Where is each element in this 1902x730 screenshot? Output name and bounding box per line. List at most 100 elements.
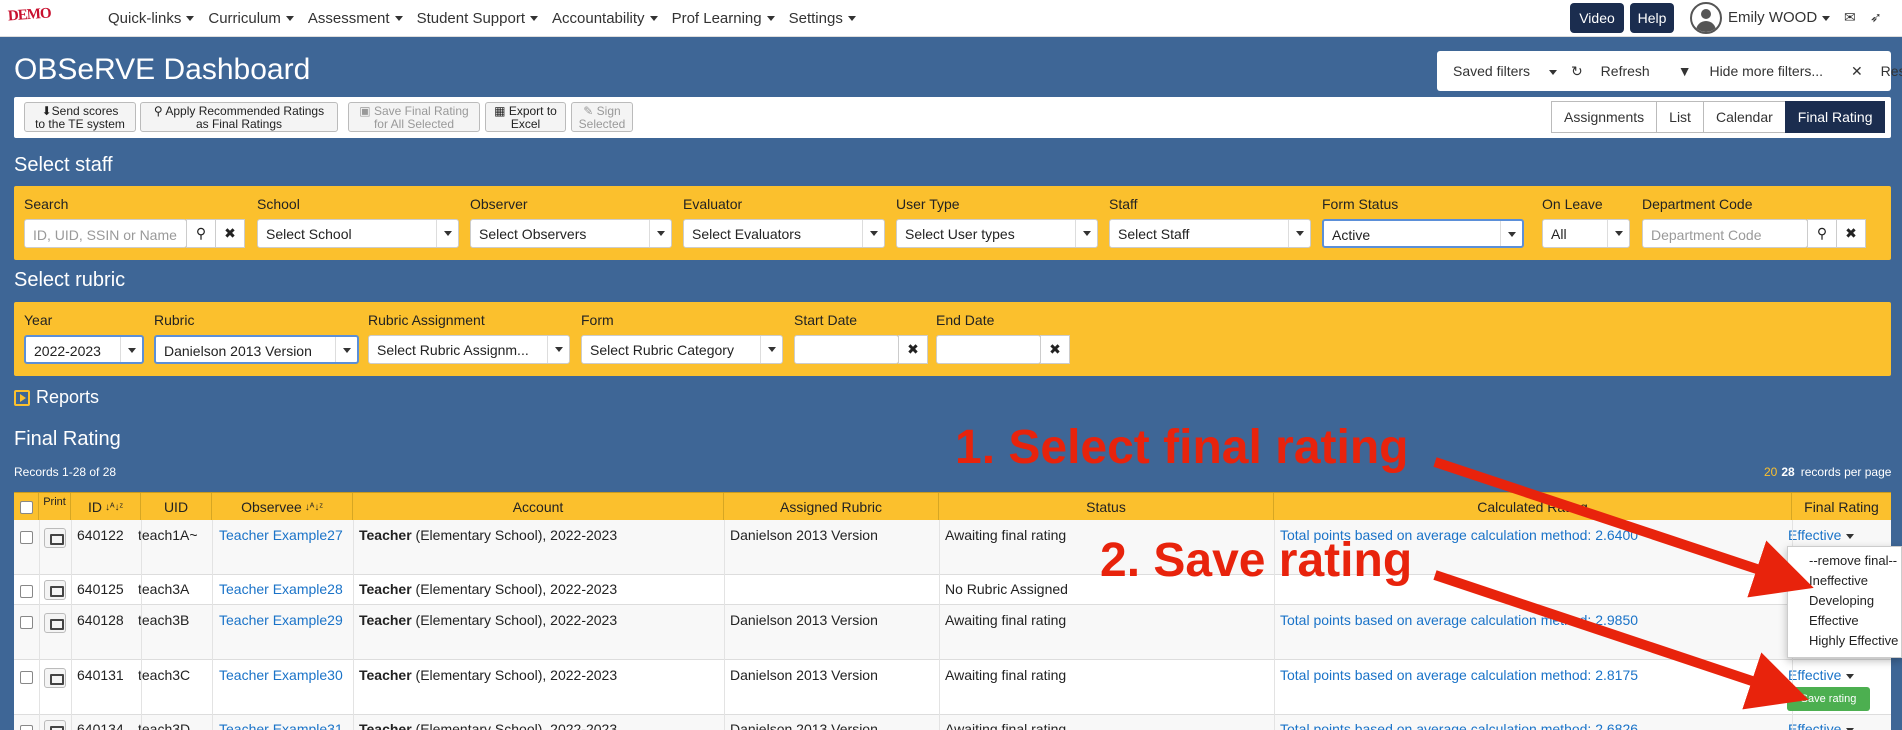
on-leave-select[interactable]: All — [1542, 219, 1630, 248]
reset-filters-button[interactable]: ✕ Reset filters — [1851, 63, 1902, 80]
calculated-rating-link[interactable]: Total points based on average calculatio… — [1280, 612, 1638, 628]
save-rating-button[interactable]: Save rating — [1787, 687, 1870, 711]
search-input[interactable]: ID, UID, SSIN or Name — [24, 219, 187, 248]
observee-link[interactable]: Teacher Example29 — [219, 612, 343, 628]
menu-accountability[interactable]: Accountability — [552, 10, 658, 27]
row-checkbox[interactable] — [20, 671, 33, 684]
demo-logo[interactable]: DEMO — [7, 6, 51, 26]
row-id: 640122 — [77, 527, 124, 543]
menu-prof-learning[interactable]: Prof Learning — [672, 10, 775, 27]
table-row: 640125 teach3A Teacher Example28 Teacher… — [14, 575, 1891, 605]
observer-select[interactable]: Select Observers — [470, 219, 672, 248]
search-icon[interactable]: ⚲ — [1807, 219, 1837, 248]
final-rating-dropdown[interactable]: Effective — [1788, 721, 1855, 730]
print-icon[interactable] — [44, 580, 66, 600]
chevron-down-icon — [1846, 533, 1855, 539]
print-icon[interactable] — [44, 613, 66, 633]
search-icon[interactable]: ⚲ — [186, 219, 216, 248]
status-column: Status — [939, 493, 1274, 521]
tab-calendar[interactable]: Calendar — [1702, 101, 1786, 133]
staff-label: Staff — [1109, 196, 1138, 212]
print-icon[interactable] — [44, 528, 66, 548]
print-column: Print — [39, 493, 71, 521]
form-status-label: Form Status — [1322, 196, 1399, 212]
form-select[interactable]: Select Rubric Category — [581, 335, 783, 364]
page-title: OBSeRVE Dashboard — [14, 53, 311, 86]
refresh-button[interactable]: ↻ Refresh — [1571, 63, 1664, 80]
account-column: Account — [353, 493, 724, 521]
row-checkbox[interactable] — [20, 725, 33, 730]
calculated-rating-link[interactable]: Total points based on average calculatio… — [1280, 721, 1638, 730]
form-status-select[interactable]: Active — [1322, 219, 1524, 248]
menu-assessment[interactable]: Assessment — [308, 10, 403, 27]
observee-link[interactable]: Teacher Example27 — [219, 527, 343, 543]
saved-filters-dropdown[interactable]: Saved filters — [1453, 63, 1558, 79]
id-column[interactable]: ID ↓ᴬ↓ᶻ — [71, 493, 141, 521]
save-final-rating-all-button[interactable]: ▣ Save Final Rating for All Selected — [348, 102, 480, 132]
menu-student-support[interactable]: Student Support — [417, 10, 538, 27]
tab-final-rating[interactable]: Final Rating — [1784, 101, 1886, 133]
tab-assignments[interactable]: Assignments — [1551, 101, 1658, 133]
sort-icon[interactable]: ↓ᴬ↓ᶻ — [105, 502, 123, 513]
year-select[interactable]: 2022-2023 — [24, 335, 144, 364]
hide-filters-button[interactable]: ▼ Hide more filters... — [1678, 63, 1837, 79]
video-button[interactable]: Video — [1570, 3, 1624, 33]
help-button[interactable]: Help — [1630, 3, 1674, 33]
evaluator-select[interactable]: Select Evaluators — [683, 219, 885, 248]
school-select[interactable]: Select School — [257, 219, 459, 248]
start-date-input[interactable] — [794, 335, 899, 364]
sign-selected-button[interactable]: ✎ Sign Selected — [571, 102, 633, 132]
apply-recommended-button[interactable]: ⚲ Apply Recommended Ratings as Final Rati… — [140, 102, 338, 132]
print-icon[interactable] — [44, 720, 66, 730]
final-rating-dropdown[interactable]: Effective — [1788, 667, 1855, 683]
row-uid: teach1A~ — [138, 527, 198, 543]
sort-icon[interactable]: ↓ᴬ↓ᶻ — [305, 502, 323, 513]
menu-item-highly-effective[interactable]: Highly Effective — [1788, 633, 1901, 653]
per-page-28[interactable]: 28 — [1781, 465, 1794, 479]
filter-icon: ▼ — [1677, 63, 1696, 79]
filter-actions: Saved filters ↻ Refresh ▼ Hide more filt… — [1437, 51, 1902, 91]
send-scores-button[interactable]: ⬇Send scores to the TE system — [24, 102, 136, 132]
export-excel-button[interactable]: ▦ Export to Excel — [485, 102, 566, 132]
calculated-rating-column: Calculated Rating — [1274, 493, 1792, 521]
menu-item-remove-final[interactable]: --remove final-- — [1788, 553, 1901, 573]
clear-icon[interactable]: ✖ — [215, 219, 245, 248]
observee-column[interactable]: Observee ↓ᴬ↓ᶻ — [212, 493, 353, 521]
clear-icon[interactable]: ✖ — [1040, 335, 1070, 364]
avatar[interactable] — [1690, 2, 1722, 34]
user-menu[interactable]: Emily WOOD — [1728, 9, 1831, 26]
observee-link[interactable]: Teacher Example28 — [219, 581, 343, 597]
menu-item-effective[interactable]: Effective — [1788, 613, 1901, 633]
menu-item-ineffective[interactable]: Ineffective — [1788, 573, 1901, 593]
select-all-checkbox[interactable] — [20, 501, 33, 514]
calculated-rating-link[interactable]: Total points based on average calculatio… — [1280, 667, 1638, 683]
department-code-input[interactable]: Department Code — [1642, 219, 1808, 248]
rubric-select[interactable]: Danielson 2013 Version — [154, 335, 359, 364]
observee-link[interactable]: Teacher Example31 — [219, 721, 343, 730]
envelope-icon[interactable]: ✉ — [1844, 9, 1856, 26]
row-checkbox[interactable] — [20, 616, 33, 629]
menu-curriculum[interactable]: Curriculum — [208, 10, 294, 27]
end-date-input[interactable] — [936, 335, 1041, 364]
rocket-icon[interactable]: ➶ — [1870, 9, 1882, 26]
row-status: Awaiting final rating — [945, 612, 1067, 628]
staff-select[interactable]: Select Staff — [1109, 219, 1311, 248]
row-checkbox[interactable] — [20, 585, 33, 598]
row-rubric: Danielson 2013 Version — [730, 527, 878, 543]
row-account: Teacher (Elementary School), 2022-2023 — [359, 667, 618, 683]
final-rating-dropdown[interactable]: Effective — [1788, 527, 1855, 543]
menu-item-developing[interactable]: Developing — [1788, 593, 1901, 613]
clear-icon[interactable]: ✖ — [1836, 219, 1866, 248]
menu-settings[interactable]: Settings — [789, 10, 856, 27]
user-type-select[interactable]: Select User types — [896, 219, 1098, 248]
reports-toggle[interactable]: Reports — [14, 387, 99, 408]
top-navbar: DEMO Quick-links Curriculum Assessment S… — [0, 0, 1902, 37]
print-icon[interactable] — [44, 668, 66, 688]
row-checkbox[interactable] — [20, 531, 33, 544]
tab-list[interactable]: List — [1656, 101, 1704, 133]
menu-quick-links[interactable]: Quick-links — [108, 10, 195, 27]
observee-link[interactable]: Teacher Example30 — [219, 667, 343, 683]
clear-icon[interactable]: ✖ — [898, 335, 928, 364]
rubric-assignment-select[interactable]: Select Rubric Assignm... — [368, 335, 570, 364]
per-page-20[interactable]: 20 — [1764, 465, 1777, 479]
